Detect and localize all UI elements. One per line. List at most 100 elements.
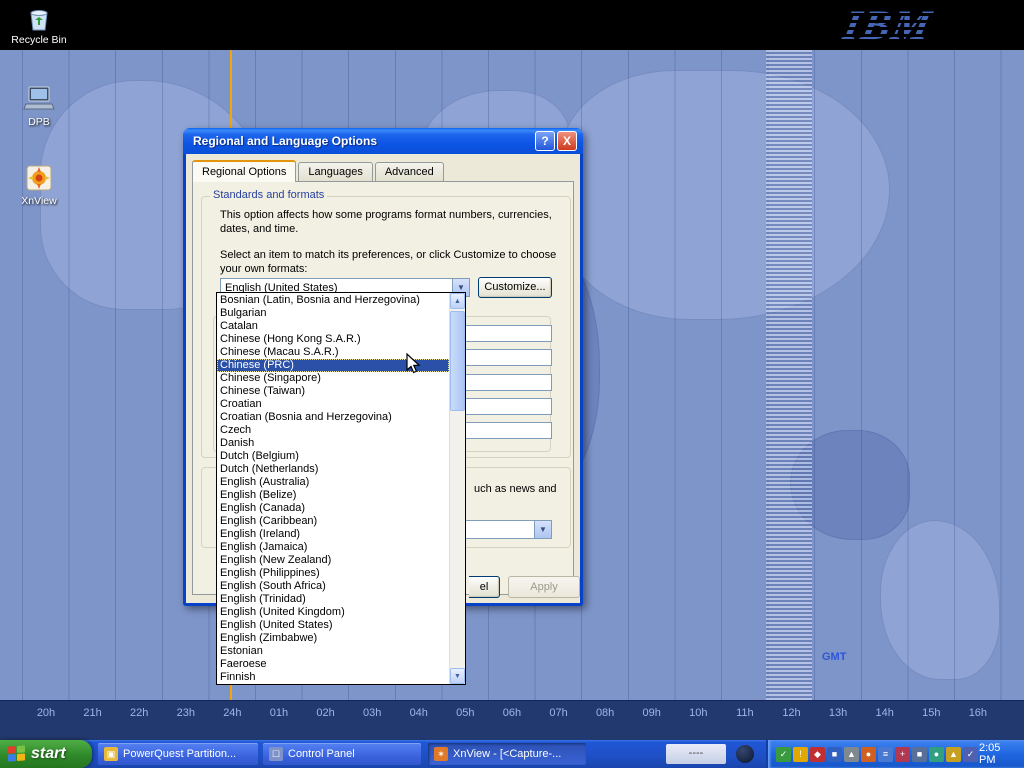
close-button[interactable]: X xyxy=(557,131,577,151)
task-label: Control Panel xyxy=(288,748,355,760)
timezone-scale-band: 20h21h22h23h24h01h02h03h04h05h06h07h08h0… xyxy=(0,700,1024,740)
taskbar-toolbar[interactable]: ---- xyxy=(666,744,726,764)
language-option[interactable]: Estonian xyxy=(217,645,449,658)
desktop-icon-label: Recycle Bin xyxy=(3,34,75,46)
scroll-down-icon[interactable]: ▼ xyxy=(450,668,465,684)
timezone-label: 11h xyxy=(731,707,759,719)
tray-icon[interactable]: ✓ xyxy=(776,747,791,762)
dialog-title: Regional and Language Options xyxy=(189,134,533,148)
language-option[interactable]: Croatian (Bosnia and Herzegovina) xyxy=(217,411,449,424)
language-option[interactable]: Dutch (Netherlands) xyxy=(217,463,449,476)
language-option[interactable]: English (Belize) xyxy=(217,489,449,502)
language-option[interactable]: English (Jamaica) xyxy=(217,541,449,554)
standards-instruction: Select an item to match its preferences,… xyxy=(220,248,570,276)
dialog-titlebar[interactable]: Regional and Language Options ? X xyxy=(183,128,583,154)
language-option[interactable]: Bosnian (Latin, Bosnia and Herzegovina) xyxy=(217,294,449,307)
tray-icon[interactable]: ≡ xyxy=(878,747,893,762)
dialog-tab[interactable]: Languages xyxy=(298,162,372,182)
timezone-label: 09h xyxy=(638,707,666,719)
help-button[interactable]: ? xyxy=(535,131,555,151)
ibm-logo: IBM xyxy=(839,2,937,50)
tray-icon[interactable]: ● xyxy=(929,747,944,762)
language-option[interactable]: Chinese (Taiwan) xyxy=(217,385,449,398)
scrollbar-thumb[interactable] xyxy=(450,311,465,411)
chevron-down-icon[interactable]: ▼ xyxy=(534,521,551,538)
scroll-up-icon[interactable]: ▲ xyxy=(450,293,465,309)
dialog-tab[interactable]: Advanced xyxy=(375,162,444,182)
language-option[interactable]: Czech xyxy=(217,424,449,437)
timezone-label: 02h xyxy=(312,707,340,719)
language-option[interactable]: English (Philippines) xyxy=(217,567,449,580)
language-option[interactable]: Dutch (Belgium) xyxy=(217,450,449,463)
language-option[interactable]: Danish xyxy=(217,437,449,450)
tray-icon[interactable]: ▲ xyxy=(946,747,961,762)
xnview-icon xyxy=(24,163,54,193)
location-text-fragment: uch as news and xyxy=(474,482,557,496)
language-option[interactable]: Croatian xyxy=(217,398,449,411)
desktop-icon-xnview[interactable]: XnView xyxy=(3,163,75,207)
language-option[interactable]: Bulgarian xyxy=(217,307,449,320)
language-option[interactable]: English (Trinidad) xyxy=(217,593,449,606)
groupbox-title: Standards and formats xyxy=(210,189,327,201)
screen: 20h21h22h23h24h01h02h03h04h05h06h07h08h0… xyxy=(0,0,1024,768)
taskbar-task-control-panel[interactable]: ☐ Control Panel xyxy=(263,743,421,765)
tray-icon[interactable]: ■ xyxy=(827,747,842,762)
language-option[interactable]: English (Caribbean) xyxy=(217,515,449,528)
tray-icon[interactable]: ✓ xyxy=(963,747,978,762)
language-option[interactable]: Faeroese xyxy=(217,658,449,671)
timezone-label: 15h xyxy=(917,707,945,719)
quick-launch-icon[interactable] xyxy=(736,745,754,763)
language-option[interactable]: English (United States) xyxy=(217,619,449,632)
timezone-label: 05h xyxy=(451,707,479,719)
language-option[interactable]: English (Ireland) xyxy=(217,528,449,541)
apply-button[interactable]: Apply xyxy=(508,576,580,598)
language-option[interactable]: English (Zimbabwe) xyxy=(217,632,449,645)
taskbar-task-powerquest[interactable]: ▣ PowerQuest Partition... xyxy=(98,743,258,765)
language-option[interactable]: English (New Zealand) xyxy=(217,554,449,567)
control-panel-icon: ☐ xyxy=(269,747,283,761)
windows-flag-icon xyxy=(8,745,26,762)
mouse-cursor xyxy=(405,353,425,375)
taskbar-task-xnview[interactable]: ✶ XnView - [<Capture-... xyxy=(428,743,586,765)
tray-icon[interactable]: ● xyxy=(861,747,876,762)
customize-button[interactable]: Customize... xyxy=(478,277,552,298)
tray-icon[interactable]: ▲ xyxy=(844,747,859,762)
timezone-label: 13h xyxy=(824,707,852,719)
standards-description: This option affects how some programs fo… xyxy=(220,208,565,236)
timezone-label: 04h xyxy=(405,707,433,719)
language-option[interactable]: English (South Africa) xyxy=(217,580,449,593)
start-button-label: start xyxy=(31,745,66,763)
timezone-label: 16h xyxy=(964,707,992,719)
gmt-label: GMT xyxy=(822,651,846,663)
desktop-icon-label: DPB xyxy=(3,116,75,128)
language-option[interactable]: English (Canada) xyxy=(217,502,449,515)
timezone-label: 08h xyxy=(591,707,619,719)
start-button[interactable]: start xyxy=(0,740,92,768)
language-option[interactable]: English (United Kingdom) xyxy=(217,606,449,619)
tray-icon[interactable]: ■ xyxy=(912,747,927,762)
list-scrollbar[interactable]: ▲ ▼ xyxy=(449,293,465,684)
tray-icon[interactable]: ! xyxy=(793,747,808,762)
language-option[interactable]: Chinese (Hong Kong S.A.R.) xyxy=(217,333,449,346)
taskbar: start ▣ PowerQuest Partition... ☐ Contro… xyxy=(0,740,1024,768)
language-option[interactable]: English (Australia) xyxy=(217,476,449,489)
cancel-button-fragment[interactable]: el xyxy=(469,576,500,598)
timezone-label: 03h xyxy=(358,707,386,719)
dialog-tabstrip: Regional OptionsLanguagesAdvanced xyxy=(192,162,446,182)
laptop-icon xyxy=(22,84,56,114)
timezone-scale: 20h21h22h23h24h01h02h03h04h05h06h07h08h0… xyxy=(0,707,1024,719)
desktop-icon-recycle-bin[interactable]: Recycle Bin xyxy=(3,4,75,46)
timezone-label: 07h xyxy=(545,707,573,719)
language-option[interactable]: Finnish xyxy=(217,671,449,684)
language-option[interactable]: Catalan xyxy=(217,320,449,333)
taskbar-clock[interactable]: 2:05 PM xyxy=(979,742,1024,766)
timezone-label: 22h xyxy=(125,707,153,719)
tray-icon[interactable]: ◆ xyxy=(810,747,825,762)
dialog-tab[interactable]: Regional Options xyxy=(192,160,296,182)
desktop-icon-label: XnView xyxy=(3,195,75,207)
xnview-icon: ✶ xyxy=(434,747,448,761)
language-dropdown-list: Bosnian (Latin, Bosnia and Herzegovina)B… xyxy=(216,292,466,685)
tray-icon[interactable]: + xyxy=(895,747,910,762)
desktop-icon-dpb[interactable]: DPB xyxy=(3,84,75,128)
folder-icon: ▣ xyxy=(104,747,118,761)
